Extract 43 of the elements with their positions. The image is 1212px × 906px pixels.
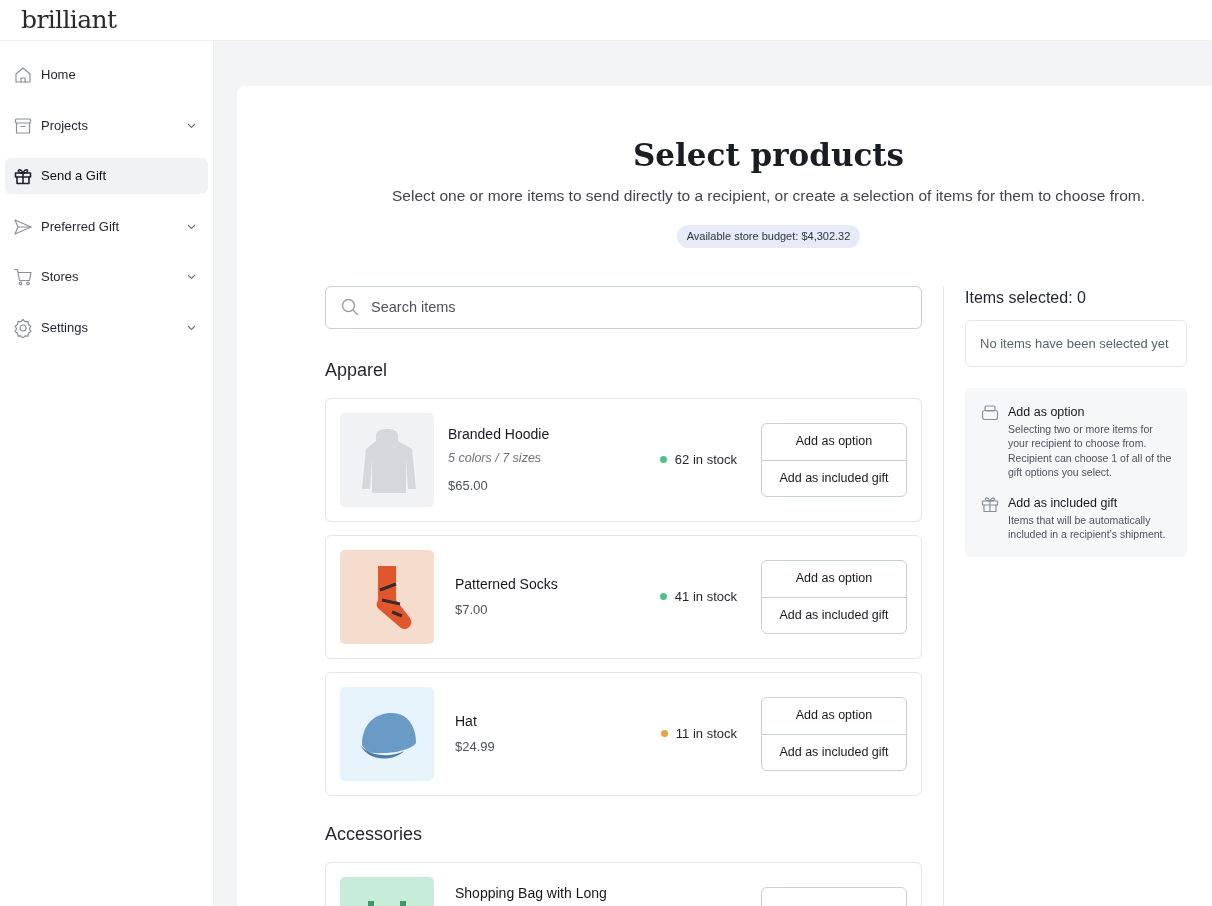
budget-badge: Available store budget: $4,302.32 <box>676 225 861 248</box>
product-price: $7.00 <box>455 601 489 619</box>
sidebar-item[interactable]: Home <box>5 57 208 93</box>
add-button[interactable]: Add as option <box>762 560 906 597</box>
stock-count: 62 in stock <box>674 451 737 469</box>
selected-count-heading: Items selected: 0 <box>965 287 1087 308</box>
stock-count: 41 in stock <box>674 588 737 606</box>
add-button[interactable]: Add as included gift <box>762 459 906 496</box>
shopping-cart-icon <box>13 267 33 287</box>
home-icon <box>13 65 33 85</box>
stacked-boxes-icon <box>980 402 1000 423</box>
empty-selection-text: No items have been selected yet <box>980 334 1169 353</box>
page-title: Select products <box>632 136 905 174</box>
product-name: Hat <box>455 712 478 731</box>
settings-icon <box>13 317 33 338</box>
add-button[interactable]: Add as option <box>762 697 906 734</box>
sidebar-item[interactable]: Projects <box>5 107 208 144</box>
stock-count: 11 in stock <box>675 725 737 743</box>
sidebar-item[interactable]: Preferred Gift <box>5 208 208 245</box>
product-name: Patterned Socks <box>455 575 558 594</box>
sidebar-item[interactable]: Settings <box>5 309 208 346</box>
help-text: Selecting two or more items for your recipient to choose from. Recipient can choose 1 of all of the gift options you select. <box>1008 421 1172 480</box>
add-button[interactable]: Add as included gift <box>762 733 906 770</box>
section-heading: Apparel <box>325 358 389 382</box>
add-button[interactable]: Add as option <box>762 423 906 460</box>
product-variants: 5 colors / 7 sizes <box>448 449 543 467</box>
help-title: Add as option <box>1008 403 1086 421</box>
archive-box-icon <box>13 115 33 136</box>
product-price: $65.00 <box>448 477 489 496</box>
sidebar-item[interactable]: Send a Gift <box>5 158 208 194</box>
product-name: Shopping Bag with Long <box>455 883 607 903</box>
help-title: Add as included gift <box>1008 494 1119 512</box>
search-icon <box>340 296 360 317</box>
search-field[interactable]: Search items <box>325 285 922 329</box>
page-subtitle: Select one or more items to send directly to a recipient, or create a selection of items for them to choose from. <box>392 186 1145 206</box>
product-name: Branded Hoodie <box>448 424 550 444</box>
product-price: $24.99 <box>455 738 495 756</box>
help-text: Items that will be automatically included in a recipient’s shipment. <box>1008 512 1167 542</box>
sidebar-item[interactable]: Stores <box>5 259 208 295</box>
brand-logo: brilliant <box>21 4 117 37</box>
add-button[interactable]: Add as included gift <box>762 596 906 633</box>
section-heading: Accessories <box>325 822 424 846</box>
gift-icon <box>13 166 33 186</box>
